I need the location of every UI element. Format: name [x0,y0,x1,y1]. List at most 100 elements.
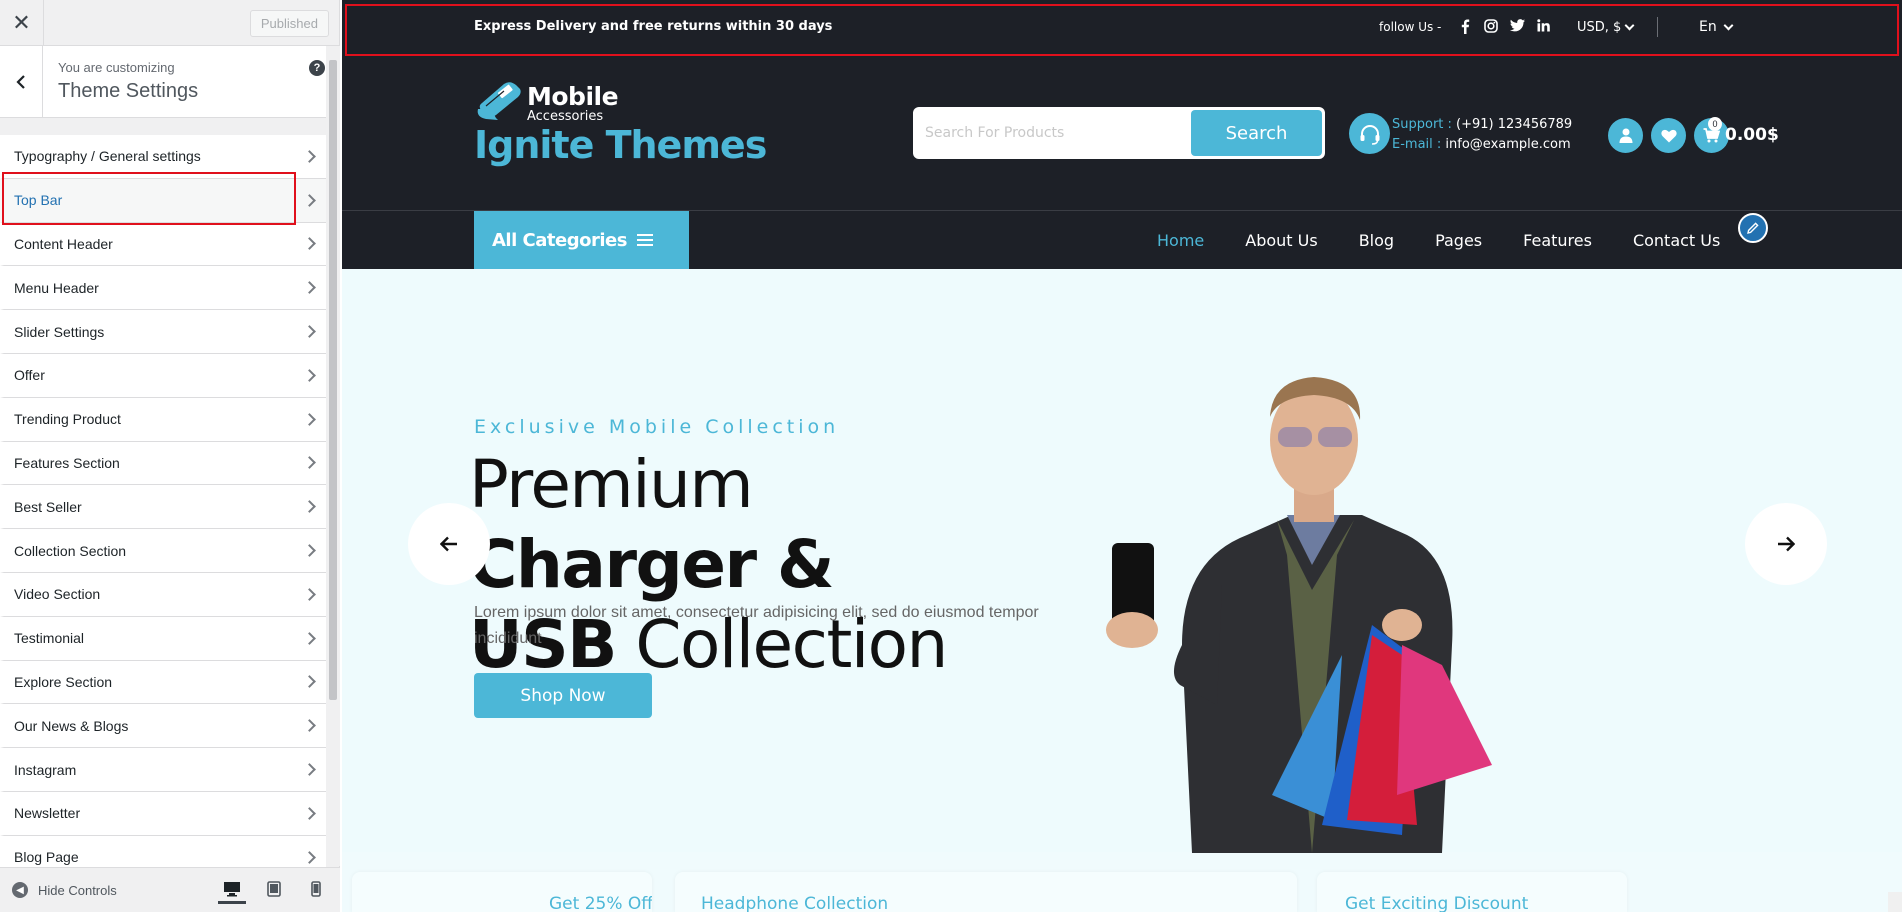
preview-scrollbar[interactable] [1888,892,1902,912]
support-phone[interactable]: (+91) 123456789 [1456,117,1572,132]
next-slide-button[interactable] [1745,503,1827,585]
section-item-label: Offer [14,367,45,384]
chevron-right-icon [303,763,316,776]
customizing-label: You are customizing [58,60,175,75]
cart-total: 0.00$ [1725,125,1779,145]
hide-controls-button[interactable]: ◀ Hide Controls [0,882,117,898]
sidebar-scrollbar[interactable] [326,46,340,866]
currency-dropdown[interactable]: USD, $ [1577,20,1635,35]
chevron-right-icon [303,675,316,689]
instagram-icon[interactable] [1483,19,1499,35]
section-item[interactable]: Instagram [0,748,326,792]
prev-slide-button[interactable] [408,503,490,585]
section-item-label: Menu Header [14,279,99,296]
section-item-label: Video Section [14,586,101,603]
close-icon[interactable]: ✕ [0,0,44,46]
support-info: Support : (+91) 123456789 E-mail : info@… [1392,115,1572,155]
arrow-left-icon [440,536,457,552]
section-item-label: Collection Section [14,542,127,559]
chevron-right-icon [303,412,316,426]
scrollbar-thumb[interactable] [329,60,337,700]
chevron-right-icon [303,150,316,163]
linkedin-icon[interactable] [1535,19,1551,35]
nav-item[interactable]: Blog [1359,231,1394,250]
section-item-label: Blog Page [14,849,79,866]
cart-count-badge: 0 [1708,117,1722,131]
mobile-icon[interactable] [302,876,330,904]
section-item[interactable]: Explore Section [0,660,326,705]
nav-item[interactable]: Home [1157,231,1204,250]
section-item-label: Our News & Blogs [14,717,129,734]
search-button[interactable]: Search [1191,110,1322,156]
section-item-label: Best Seller [14,498,82,515]
chevron-right-icon [303,325,316,338]
section-item-label: Slider Settings [14,323,105,340]
twitter-icon[interactable] [1509,19,1525,35]
chevron-right-icon [303,719,316,733]
customizer-header: ✕ Published [0,0,339,46]
tablet-icon[interactable] [260,876,288,904]
offer-card[interactable]: Headphone Collection [675,872,1297,912]
nav-item[interactable]: Contact Us [1633,231,1720,250]
section-item[interactable]: Trending Product [0,397,326,442]
language-dropdown[interactable]: En [1699,19,1734,35]
desktop-icon[interactable] [218,876,246,904]
section-list: Typography / General settings Top Bar Cont… [0,135,326,880]
logo-line-1: Mobile [527,82,619,111]
hero-subtitle: Exclusive Mobile Collection [474,416,840,438]
hide-controls-label: Hide Controls [38,882,117,898]
back-arrow-icon[interactable] [0,46,43,118]
section-item[interactable]: Menu Header [0,266,326,311]
section-item[interactable]: Newsletter [0,791,326,836]
chevron-right-icon [303,369,316,382]
section-item[interactable]: Testimonial [0,616,326,661]
brand-name: Ignite Themes [474,123,767,167]
section-item-label: Typography / General settings [14,148,201,165]
section-item[interactable]: Offer [0,353,326,398]
section-item-label: Newsletter [14,805,81,822]
chevron-right-icon [303,237,316,251]
edit-shortcut-pencil-icon[interactable] [1738,213,1768,243]
active-section-highlight [2,172,296,225]
nav-item[interactable]: About Us [1245,231,1317,250]
section-item[interactable]: Video Section [0,572,326,617]
section-item[interactable]: Features Section [0,441,326,486]
section-item[interactable]: Best Seller [0,485,326,530]
chevron-right-icon [303,806,316,820]
facebook-icon[interactable] [1457,19,1473,35]
section-item-label: Content Header [14,235,113,252]
support-email[interactable]: info@example.com [1445,137,1570,152]
hero-title-bold-1: Charger & [469,526,835,603]
section-item-label: Features Section [14,454,120,471]
shop-now-button[interactable]: Shop Now [474,673,652,718]
panel-info: You are customizing Theme Settings ? [0,46,339,118]
section-item[interactable]: Collection Section [0,529,326,573]
search-input[interactable] [925,115,1195,151]
offer-card[interactable]: Get 25% Off [352,872,652,912]
currency-label: USD, $ [1577,20,1622,35]
hero-slider: Exclusive Mobile Collection Premium Char… [342,270,1902,853]
email-label: E-mail : [1392,137,1442,152]
heart-icon[interactable] [1651,118,1686,153]
offer-card-title: Get Exciting Discount [1345,894,1529,912]
chevron-right-icon [303,500,316,514]
nav-item[interactable]: Pages [1435,231,1482,250]
all-categories-label: All Categories [492,229,627,251]
section-item[interactable]: Our News & Blogs [0,704,326,749]
all-categories-button[interactable]: All Categories [474,211,689,269]
published-button[interactable]: Published [249,10,329,37]
chevron-right-icon [303,456,316,470]
top-bar-text: Express Delivery and free returns within… [474,19,833,34]
offer-cards: Get 25% Off Headphone Collection Get Exc… [342,872,1902,912]
section-item[interactable]: Slider Settings [0,310,326,354]
offer-card-title: Get 25% Off [549,894,652,912]
nav-item[interactable]: Features [1523,231,1592,250]
user-icon[interactable] [1608,118,1643,153]
section-item-label: Explore Section [14,673,113,690]
help-icon[interactable]: ? [309,60,325,76]
offer-card[interactable]: Get Exciting Discount [1317,872,1627,912]
section-item[interactable]: Content Header [0,222,326,267]
collapse-icon: ◀ [12,882,28,898]
chevron-right-icon [303,544,316,557]
logo-icon [477,82,521,120]
